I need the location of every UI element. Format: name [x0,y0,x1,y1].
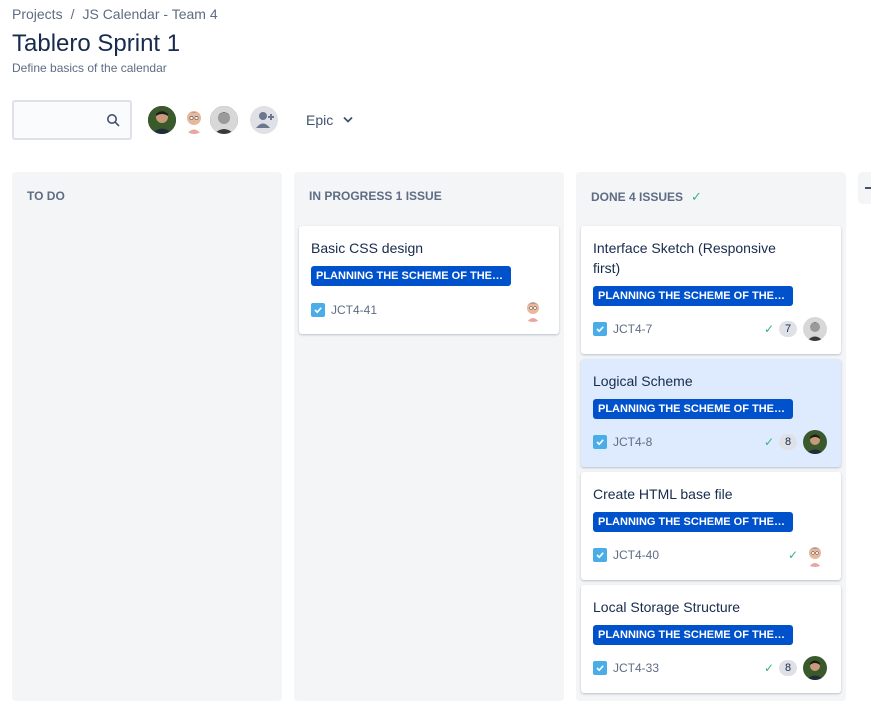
card-summary: Local Storage Structure [593,599,741,615]
add-people-button[interactable] [248,104,280,136]
done-check-icon: ✓ [763,661,774,675]
column-title: IN PROGRESS 1 ISSUE [309,189,442,203]
add-user-icon [256,112,274,128]
story-type-icon [593,435,607,449]
story-points-badge: 8 [779,434,797,450]
search-input[interactable] [14,102,104,138]
issue-key[interactable]: JCT4-8 [613,435,652,449]
add-icon [865,187,871,189]
card-summary: Basic CSS design [311,240,424,256]
epic-badge[interactable]: PLANNING THE SCHEME OF THE C... [311,266,511,286]
chevron-down-icon [343,116,353,123]
story-type-icon [593,548,607,562]
done-check-icon: ✓ [763,435,774,449]
column-header: IN PROGRESS 1 ISSUE [309,189,442,203]
column-title: TO DO [27,189,65,203]
done-check-icon: ✓ [763,322,774,336]
issue-card[interactable]: Create HTML base file PLANNING THE SCHEM… [581,472,841,580]
issue-card[interactable]: Interface Sketch (Responsive first) PLAN… [581,226,841,354]
story-type-icon [593,322,607,336]
avatar[interactable] [208,104,240,136]
story-points-badge: 7 [779,321,797,337]
epic-badge[interactable]: PLANNING THE SCHEME OF THE C... [593,512,793,532]
breadcrumb: Projects / JS Calendar - Team 4 [12,6,218,22]
column-in-progress: IN PROGRESS 1 ISSUE Basic CSS design PLA… [294,172,564,701]
assignee-avatar[interactable] [803,543,827,567]
epic-badge[interactable]: PLANNING THE SCHEME OF THE C... [593,286,793,306]
epic-filter-label: Epic [306,112,334,128]
column-done: DONE 4 ISSUES ✓ Interface Sketch (Respon… [576,172,846,701]
search-box[interactable] [12,100,132,140]
issue-card[interactable]: Local Storage Structure PLANNING THE SCH… [581,585,841,693]
epic-filter-dropdown[interactable]: Epic [296,108,363,132]
card-footer: JCT4-8 ✓ 8 [593,430,827,454]
page-subtitle: Define basics of the calendar [12,61,167,75]
card-summary: Create HTML base file [593,486,733,502]
assignee-avatar[interactable] [803,656,827,680]
column-header: DONE 4 ISSUES ✓ [591,189,702,205]
page-title: Tablero Sprint 1 [12,30,181,57]
assignee-avatar[interactable] [803,430,827,454]
issue-key[interactable]: JCT4-41 [331,303,377,317]
breadcrumb-projects-link[interactable]: Projects [12,6,63,22]
issue-key[interactable]: JCT4-7 [613,322,652,336]
breadcrumb-separator: / [70,6,75,22]
issue-key[interactable]: JCT4-40 [613,548,659,562]
avatar[interactable] [178,104,210,136]
epic-badge[interactable]: PLANNING THE SCHEME OF THE C... [593,625,793,645]
issue-card[interactable]: Logical Scheme PLANNING THE SCHEME OF TH… [581,359,841,467]
column-todo: TO DO [12,172,282,701]
column-header: TO DO [27,189,65,203]
column-title: DONE 4 ISSUES [591,190,684,204]
breadcrumb-project-link[interactable]: JS Calendar - Team 4 [82,6,217,22]
assignee-avatar[interactable] [521,298,545,322]
assignee-avatar[interactable] [803,317,827,341]
card-footer: JCT4-7 ✓ 7 [593,317,827,341]
card-footer: JCT4-40 ✓ [593,543,827,567]
done-check-icon: ✓ [787,548,798,562]
search-icon [107,114,120,127]
create-column-button[interactable] [858,172,871,204]
issue-key[interactable]: JCT4-33 [613,661,659,675]
card-footer: JCT4-41 [311,298,545,322]
card-footer: JCT4-33 ✓ 8 [593,656,827,680]
card-summary: Interface Sketch (Responsive first) [593,240,776,276]
story-type-icon [311,303,325,317]
story-points-badge: 8 [779,660,797,676]
avatar[interactable] [146,104,178,136]
issue-card[interactable]: Basic CSS design PLANNING THE SCHEME OF … [299,226,559,334]
story-type-icon [593,661,607,675]
card-summary: Logical Scheme [593,373,693,389]
epic-badge[interactable]: PLANNING THE SCHEME OF THE C... [593,399,793,419]
done-check-icon: ✓ [691,189,702,204]
